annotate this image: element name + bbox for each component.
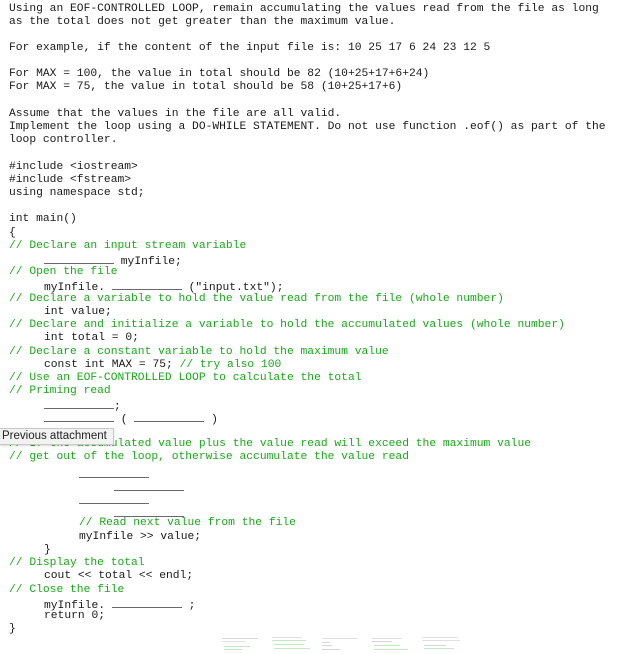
open-brace: { — [9, 227, 16, 239]
close-suffix: ; — [181, 600, 196, 612]
max-decl: const int MAX = 75; — [44, 359, 180, 371]
include-fstream: #include <fstream> — [9, 174, 132, 186]
max100-line: For MAX = 100, the value in total should… — [9, 68, 430, 80]
using-namespace: using namespace std; — [9, 187, 145, 199]
comment-use-loop: // Use an EOF-CONTROLLED LOOP to calcula… — [9, 372, 362, 384]
max-comment: // try also 100 — [179, 359, 282, 371]
previous-attachment-tooltip: Previous attachment — [0, 428, 114, 445]
attachment-thumbnail[interactable] — [372, 636, 412, 652]
attachment-thumbnail[interactable] — [222, 636, 262, 652]
blank-open-method[interactable] — [111, 279, 182, 290]
stream-var: myInfile; — [114, 256, 182, 268]
attachment-thumbnail[interactable] — [322, 636, 362, 652]
paren-close: ) — [204, 414, 218, 426]
intro-line-1: Using an EOF-CONTROLLED LOOP, remain acc… — [9, 3, 599, 15]
attachment-thumbnails — [222, 636, 462, 652]
blank-loop-condition[interactable] — [134, 411, 205, 422]
implement-line-2: loop controller. — [9, 134, 118, 146]
return-line: return 0; — [44, 610, 106, 622]
blank-stream-type[interactable] — [44, 253, 114, 264]
attachment-thumbnail[interactable] — [272, 636, 312, 652]
comment-declare-value: // Declare a variable to hold the value … — [9, 293, 504, 305]
example-line: For example, if the content of the input… — [9, 42, 491, 54]
close-brace: } — [9, 623, 16, 635]
comment-open-file: // Open the file — [9, 266, 118, 278]
blank-loop-keyword[interactable] — [44, 411, 114, 422]
total-declaration: int total = 0; — [44, 332, 139, 344]
max-declaration: const int MAX = 75; // try also 100 — [44, 359, 281, 372]
blank-break-statement[interactable] — [114, 490, 184, 491]
implement-line-1: Implement the loop using a DO-WHILE STAT… — [9, 121, 606, 133]
blank-close-method[interactable] — [111, 597, 182, 608]
value-declaration: int value; — [44, 306, 112, 318]
comment-read-next: // Read next value from the file — [79, 517, 296, 529]
blank-priming-read[interactable] — [44, 398, 114, 409]
loop-start-line: ( ) — [44, 411, 218, 427]
paren-open: ( — [114, 414, 135, 426]
inner-close-brace: } — [44, 544, 51, 556]
attachment-thumbnail[interactable] — [422, 636, 462, 652]
comment-display-total: // Display the total — [9, 557, 145, 569]
comment-declare-total: // Declare and initialize a variable to … — [9, 319, 565, 331]
include-iostream: #include <iostream> — [9, 161, 138, 173]
intro-line-2: as the total does not get greater than t… — [9, 16, 396, 28]
max75-line: For MAX = 75, the value in total should … — [9, 81, 403, 93]
comment-get-out: // get out of the loop, otherwise accumu… — [9, 451, 409, 463]
cout-line: cout << total << endl; — [44, 570, 194, 582]
read-next-line: myInfile >> value; — [79, 531, 202, 543]
blank-if-statement[interactable] — [79, 477, 149, 478]
blank-else-statement[interactable] — [79, 503, 149, 504]
comment-close-file: // Close the file — [9, 584, 125, 596]
assume-line: Assume that the values in the file are a… — [9, 108, 342, 120]
comment-declare-max: // Declare a constant variable to hold t… — [9, 346, 389, 358]
main-signature: int main() — [9, 213, 77, 225]
comment-declare-stream: // Declare an input stream variable — [9, 240, 247, 252]
comment-priming-read: // Priming read — [9, 385, 111, 397]
